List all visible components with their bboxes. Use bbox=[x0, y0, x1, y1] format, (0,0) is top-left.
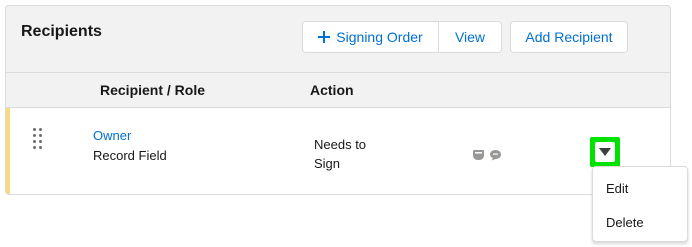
menu-item-edit[interactable]: Edit bbox=[593, 171, 687, 205]
recipients-card: Recipients Signing Order View Add Recipi… bbox=[5, 5, 671, 195]
header-button-group: Signing Order View bbox=[302, 21, 502, 53]
signing-order-button[interactable]: Signing Order bbox=[303, 22, 439, 52]
row-menu-button[interactable] bbox=[590, 137, 620, 167]
plus-icon bbox=[318, 31, 331, 43]
signing-order-label: Signing Order bbox=[336, 29, 423, 45]
status-icons bbox=[472, 148, 502, 161]
recipient-name-link[interactable]: Owner bbox=[93, 128, 131, 143]
column-header-action: Action bbox=[310, 82, 354, 98]
column-header-recipient-role: Recipient / Role bbox=[100, 82, 206, 98]
drag-handle-icon[interactable] bbox=[33, 128, 43, 150]
recipient-action: Needs to Sign bbox=[314, 137, 367, 171]
add-recipient-label: Add Recipient bbox=[525, 29, 613, 45]
row-menu-button-inner bbox=[595, 142, 615, 162]
chat-icon bbox=[489, 148, 502, 161]
row-action-menu: Edit Delete bbox=[592, 166, 688, 242]
id-card-icon bbox=[472, 148, 485, 160]
table-header: Recipient / Role Action bbox=[6, 72, 670, 108]
card-title: Recipients bbox=[21, 23, 102, 40]
menu-item-delete[interactable]: Delete bbox=[593, 205, 687, 239]
row-accent-bar bbox=[6, 108, 10, 194]
view-label: View bbox=[454, 29, 486, 45]
add-recipient-button[interactable]: Add Recipient bbox=[510, 21, 628, 53]
view-button[interactable]: View bbox=[439, 22, 501, 52]
table-row: Owner Record Field Needs to Sign bbox=[6, 108, 670, 194]
card-header: Recipients Signing Order View Add Recipi… bbox=[6, 6, 670, 72]
recipient-role: Record Field bbox=[93, 148, 167, 163]
chevron-down-icon bbox=[599, 148, 611, 156]
